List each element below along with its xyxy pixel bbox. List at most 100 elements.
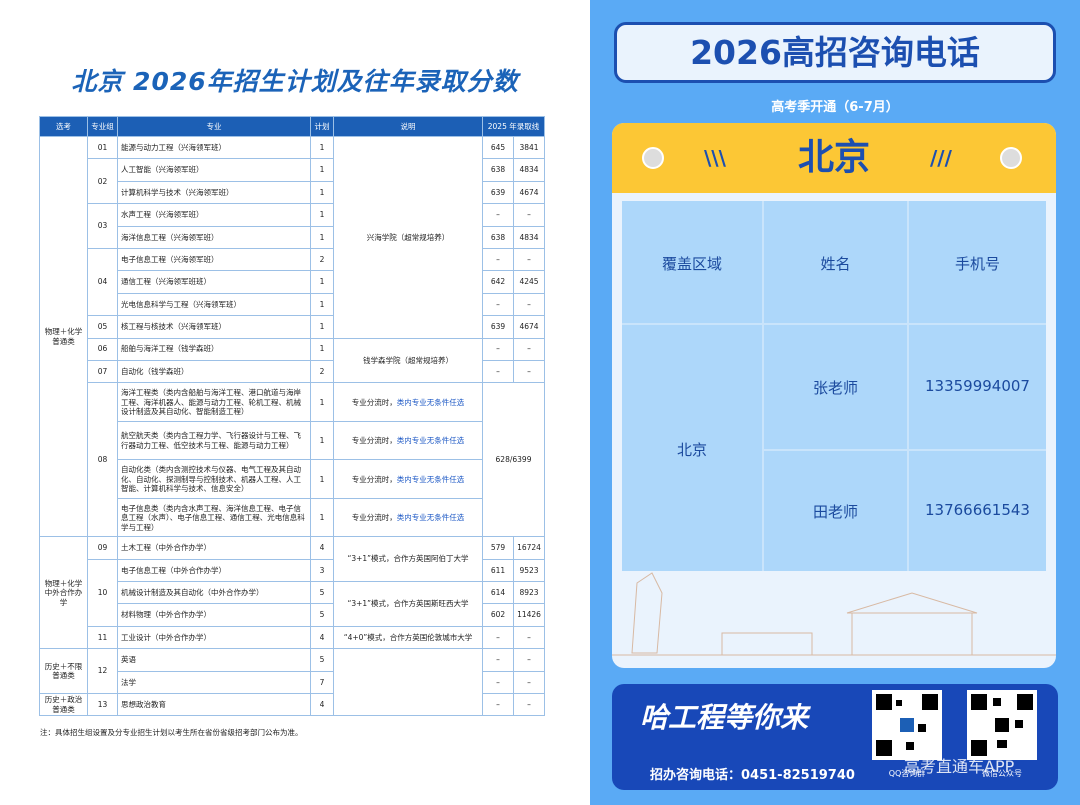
- plan-cell: 1: [310, 337, 334, 361]
- col-shuoming: 说明: [333, 116, 483, 137]
- col-xuankao: 选考: [39, 116, 88, 137]
- plan-cell: 2: [310, 247, 334, 272]
- header-phone: 手机号: [954, 255, 1000, 273]
- score-cell: –: [482, 359, 514, 384]
- contact-phone[interactable]: 13766661543: [909, 501, 1046, 519]
- major-cell: 思想政治教育: [117, 693, 311, 717]
- note-highlight: 类内专业无条件任选: [396, 474, 465, 484]
- rank-cell: 11426: [512, 603, 546, 627]
- note-cell: 兴海学院（超常规培养）: [333, 136, 483, 339]
- region-header: \\\ 北京 ///: [612, 123, 1056, 193]
- rank-cell: –: [512, 648, 546, 672]
- score-cell: –: [482, 670, 514, 695]
- wechat-qr-code[interactable]: [967, 690, 1037, 760]
- group-cell: 历史＋政治普通类: [39, 693, 88, 717]
- rank-cell: –: [512, 203, 546, 227]
- score-cell: –: [482, 337, 514, 361]
- plan-cell: 5: [310, 648, 334, 672]
- score-cell: 642: [482, 270, 514, 294]
- major-cell: 人工智能（兴海领军班）: [117, 158, 311, 182]
- zyz-cell: 02: [87, 158, 118, 205]
- rank-cell: 9523: [512, 558, 546, 583]
- rank-cell: 4245: [512, 270, 546, 294]
- major-cell: 电子信息工程（兴海领军班）: [117, 247, 311, 272]
- note-cell: [333, 648, 483, 717]
- contact-card: \\\ 北京 /// 覆盖区域 姓名 手机号 北京 张老师 1335999400…: [612, 123, 1056, 668]
- left-page: 北京 2026年招生计划及往年录取分数 选考 专业组 专业 计划 说明 2025…: [0, 0, 590, 805]
- rank-cell: –: [512, 292, 546, 317]
- region-title: 北京: [797, 137, 870, 178]
- rank-cell: –: [512, 247, 546, 272]
- rank-cell: 4674: [512, 180, 546, 205]
- group-cell: 物理＋化学普通类: [39, 135, 88, 538]
- zyz-cell: 12: [87, 648, 118, 695]
- plan-cell: 2: [310, 359, 334, 384]
- major-cell: 自动化类（类内含测控技术与仪器、电气工程及其自动化、自动化、探测制导与控制技术、…: [117, 459, 311, 500]
- plan-cell: 5: [310, 581, 334, 605]
- note-cell: 专业分流时，类内专业无条件任选: [333, 382, 483, 423]
- table-row: 物理＋化学中外合作办学 09 土木工程（中外合作办学） 4 “3+1”模式，合作…: [39, 536, 546, 650]
- major-cell: 材料物理（中外合作办学）: [117, 603, 311, 627]
- major-cell: 水声工程（兴海领军班）: [117, 203, 311, 227]
- contact-phone[interactable]: 13359994007: [909, 377, 1046, 395]
- qq-qr-code[interactable]: [872, 690, 942, 760]
- rank-cell: –: [512, 337, 546, 361]
- table-row: 物理＋化学普通类 01 能源与动力工程（兴海领军班） 1 兴海学院（超常规培养）…: [39, 135, 546, 538]
- plan-cell: 1: [310, 292, 334, 317]
- plan-cell: 1: [310, 459, 334, 500]
- admission-phone: 招办咨询电话：0451-82519740: [650, 768, 855, 783]
- rank-cell: –: [512, 625, 546, 650]
- score-cell: 611: [482, 558, 514, 583]
- plan-cell: 1: [310, 180, 334, 205]
- contact-grid: 覆盖区域 姓名 手机号 北京 张老师 13359994007 田老师 13766…: [622, 201, 1046, 571]
- score-cell: 638: [482, 225, 514, 249]
- plan-cell: 4: [310, 536, 334, 560]
- note-text: 专业分流时，: [351, 436, 397, 446]
- score-cell: –: [482, 203, 514, 227]
- zyz-cell: 09: [87, 536, 118, 560]
- table-row: 11 工业设计（中外合作办学） 4 “4+0”模式，合作方英国伦敦城市大学 – …: [40, 625, 546, 650]
- major-cell: 核工程与核技术（兴海领军班）: [117, 315, 311, 339]
- major-cell: 自动化（钱学森班）: [117, 359, 311, 384]
- major-cell: 计算机科学与技术（兴海领军班）: [117, 180, 311, 205]
- zyz-cell: 13: [87, 693, 118, 717]
- zyz-cell: 10: [87, 558, 118, 627]
- score-cell: –: [482, 625, 514, 650]
- zyz-cell: 05: [87, 315, 118, 339]
- note-cell: 专业分流时，类内专业无条件任选: [333, 498, 483, 538]
- note-highlight: 类内专业无条件任选: [396, 397, 465, 407]
- zyz-cell: 03: [87, 203, 118, 249]
- score-cell: 628/6399: [481, 382, 546, 538]
- score-cell: 639: [482, 315, 514, 339]
- rank-cell: 4674: [512, 315, 546, 339]
- plan-cell: 5: [310, 603, 334, 627]
- col-jihua: 计划: [310, 116, 334, 137]
- plan-cell: 4: [310, 625, 334, 650]
- pin-icon: [642, 147, 664, 169]
- slash-deco-icon: ///: [930, 146, 952, 170]
- major-cell: 海洋信息工程（兴海领军班）: [117, 225, 311, 249]
- plan-cell: 1: [310, 270, 334, 294]
- table-header: 选考 专业组 专业 计划 说明 2025 年录取线: [39, 116, 546, 137]
- pin-icon: [1000, 147, 1022, 169]
- major-cell: 机械设计制造及其自动化（中外合作办学）: [117, 581, 311, 605]
- rank-cell: 3841: [512, 135, 546, 160]
- table-row: 08 海洋工程类（类内含船舶与海洋工程、港口航道与海岸工程、海洋机器人、能源与动…: [40, 382, 546, 538]
- table-row: 历史＋不限普通类 12 英语 5 – –: [39, 648, 546, 717]
- plan-cell: 1: [310, 225, 334, 249]
- score-cell: –: [482, 648, 514, 672]
- rank-cell: –: [512, 693, 546, 717]
- right-page: 2026高招咨询电话 高考季开通（6-7月） \\\ 北京 /// 覆盖区域 姓…: [590, 0, 1080, 805]
- major-cell: 土木工程（中外合作办学）: [117, 536, 311, 560]
- note-cell: 钱学森学院（超常规培养）: [333, 337, 483, 384]
- major-cell: 能源与动力工程（兴海领军班）: [117, 135, 311, 160]
- note-cell: “3+1”模式，合作方英国斯旺西大学: [333, 581, 483, 627]
- major-cell: 法学: [117, 670, 311, 695]
- col-zhuanye: 专业: [117, 116, 311, 137]
- group-cell: 历史＋不限普通类: [39, 648, 88, 695]
- note-text: 专业分流时，: [351, 513, 397, 523]
- table-row: 06 船舶与海洋工程（钱学森班） 1 钱学森学院（超常规培养） – –: [40, 337, 546, 384]
- plan-cell: 1: [310, 382, 334, 423]
- col-zyz: 专业组: [87, 116, 118, 137]
- zyz-cell: 07: [87, 359, 118, 384]
